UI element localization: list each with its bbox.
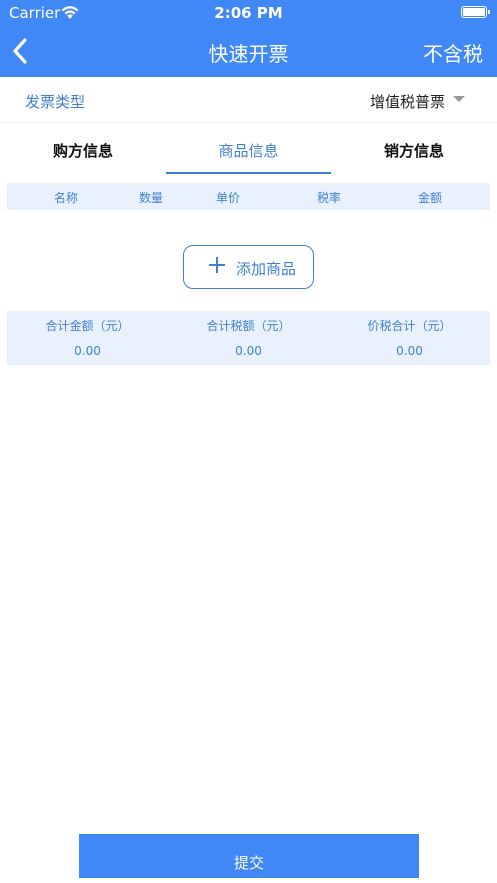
top-bar: Carrier 2:06 PM 快速开票 不含税 bbox=[0, 0, 497, 77]
tab-buyer-info[interactable]: 购方信息 bbox=[0, 124, 166, 176]
column-header-quantity: 数量 bbox=[139, 191, 164, 205]
status-time: 2:06 PM bbox=[214, 4, 283, 22]
total-with-tax-value: 0.00 bbox=[396, 344, 423, 358]
total-tax-label: 合计税额（元） bbox=[206, 319, 291, 333]
submit-button[interactable]: 提交 bbox=[79, 834, 419, 878]
tab-seller-info[interactable]: 销方信息 bbox=[331, 124, 497, 176]
plus-icon bbox=[209, 257, 225, 273]
invoice-type-label: 发票类型 bbox=[25, 93, 86, 111]
dropdown-caret-icon bbox=[453, 96, 465, 102]
column-header-unit-price: 单价 bbox=[216, 191, 241, 205]
column-header-name: 名称 bbox=[54, 191, 79, 205]
total-amount-label: 合计金额（元） bbox=[45, 319, 130, 333]
total-tax: 合计税额（元） 0.00 bbox=[168, 311, 329, 358]
column-header-amount: 金额 bbox=[418, 191, 443, 205]
totals-summary: 合计金额（元） 0.00 合计税额（元） 0.00 价税合计（元） 0.00 bbox=[7, 311, 490, 365]
add-goods-button[interactable]: 添加商品 bbox=[183, 245, 314, 289]
total-amount: 合计金额（元） 0.00 bbox=[7, 311, 168, 358]
invoice-type-value[interactable]: 增值税普票 bbox=[370, 91, 445, 112]
invoice-type-row[interactable]: 发票类型 增值税普票 bbox=[0, 77, 497, 123]
goods-table-header: 名称 数量 单价 税率 金额 bbox=[7, 183, 490, 210]
total-amount-value: 0.00 bbox=[74, 344, 101, 358]
info-tabs: 购方信息 商品信息 销方信息 bbox=[0, 124, 497, 176]
battery-icon bbox=[461, 6, 490, 18]
add-goods-label: 添加商品 bbox=[236, 261, 297, 278]
total-with-tax-label: 价税合计（元） bbox=[367, 319, 452, 333]
tax-mode-button[interactable]: 不含税 bbox=[423, 38, 483, 67]
tab-goods-info[interactable]: 商品信息 bbox=[166, 124, 331, 176]
total-with-tax: 价税合计（元） 0.00 bbox=[329, 311, 490, 358]
active-tab-indicator bbox=[166, 172, 331, 174]
status-bar: Carrier 2:06 PM bbox=[0, 0, 497, 26]
total-tax-value: 0.00 bbox=[235, 344, 262, 358]
navigation-bar: 快速开票 不含税 bbox=[0, 26, 497, 77]
column-header-tax-rate: 税率 bbox=[317, 191, 342, 205]
